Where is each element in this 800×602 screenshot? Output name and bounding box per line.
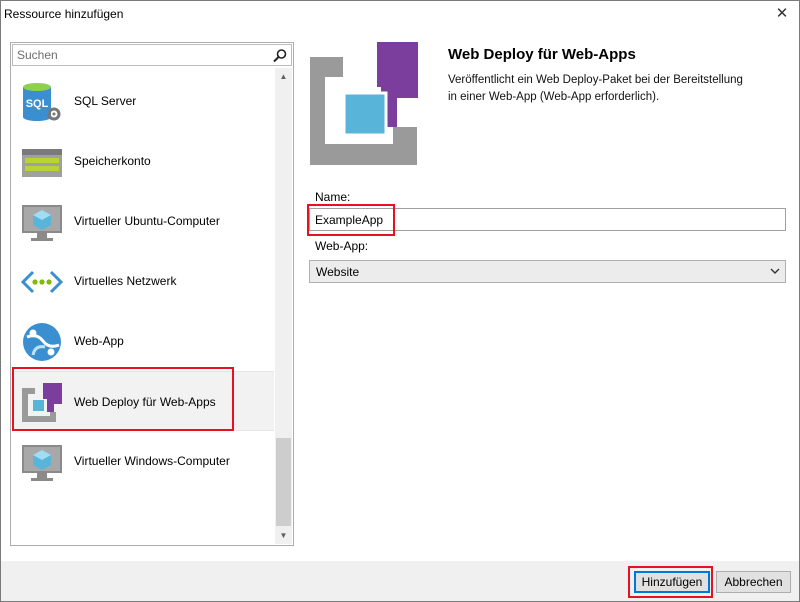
list-item-label: Web-App <box>74 334 124 348</box>
dialog-footer: Hinzufügen Abbrechen <box>1 561 799 601</box>
resource-list: SQL SQL Server Speicherkonto Virtueller … <box>12 69 274 541</box>
window-title: Ressource hinzufügen <box>4 7 124 21</box>
webapp-label: Web-App: <box>315 239 369 253</box>
list-item-virtual-network[interactable]: Virtuelles Netzwerk <box>12 251 274 311</box>
virtual-machine-icon <box>22 205 62 241</box>
list-scrollbar[interactable]: ▲ ▼ <box>275 68 292 544</box>
name-field[interactable] <box>309 208 786 231</box>
add-button[interactable]: Hinzufügen <box>634 571 710 593</box>
web-deploy-icon <box>22 383 62 422</box>
close-icon[interactable]: ✕ <box>773 5 791 23</box>
list-item-label: Web Deploy für Web-Apps <box>74 395 216 409</box>
web-app-icon <box>23 323 61 361</box>
web-deploy-logo <box>310 42 418 165</box>
add-resource-dialog: Ressource hinzufügen ✕ SQL SQ <box>0 0 800 602</box>
title-bar: Ressource hinzufügen ✕ <box>1 1 799 29</box>
svg-text:SQL: SQL <box>26 98 49 110</box>
detail-description: Veröffentlicht ein Web Deploy-Paket bei … <box>448 74 743 103</box>
list-item-label: SQL Server <box>74 94 137 108</box>
search-input[interactable] <box>17 48 267 62</box>
virtual-machine-icon <box>22 445 62 481</box>
list-item-label: Speicherkonto <box>74 154 151 168</box>
list-item-sql-server[interactable]: SQL SQL Server <box>12 71 274 131</box>
webapp-select[interactable]: Website <box>309 260 786 283</box>
list-item-label: Virtueller Windows-Computer <box>74 454 230 468</box>
list-item-label: Virtuelles Netzwerk <box>74 274 177 288</box>
name-label: Name: <box>315 190 351 204</box>
search-box[interactable] <box>12 44 292 66</box>
scroll-down-icon[interactable]: ▼ <box>275 527 292 544</box>
search-icon[interactable] <box>272 48 288 64</box>
detail-title: Web Deploy für Web-Apps <box>448 46 636 63</box>
webapp-selected-value: Website <box>316 265 360 279</box>
storage-account-icon <box>22 149 62 177</box>
list-item-label: Virtueller Ubuntu-Computer <box>74 214 220 228</box>
sql-server-icon: SQL <box>23 83 61 121</box>
virtual-network-icon <box>21 270 63 294</box>
resource-list-panel: SQL SQL Server Speicherkonto <box>10 42 294 546</box>
chevron-down-icon[interactable] <box>770 267 780 275</box>
list-item-web-deploy[interactable]: Web Deploy für Web-Apps <box>12 371 274 431</box>
list-item-windows-vm[interactable]: Virtueller Windows-Computer <box>12 431 274 491</box>
list-item-web-app[interactable]: Web-App <box>12 311 274 371</box>
scroll-thumb[interactable] <box>276 438 291 526</box>
list-item-ubuntu-vm[interactable]: Virtueller Ubuntu-Computer <box>12 191 274 251</box>
list-item-storage-account[interactable]: Speicherkonto <box>12 131 274 191</box>
scroll-up-icon[interactable]: ▲ <box>275 68 292 85</box>
cancel-button[interactable]: Abbrechen <box>716 571 791 593</box>
